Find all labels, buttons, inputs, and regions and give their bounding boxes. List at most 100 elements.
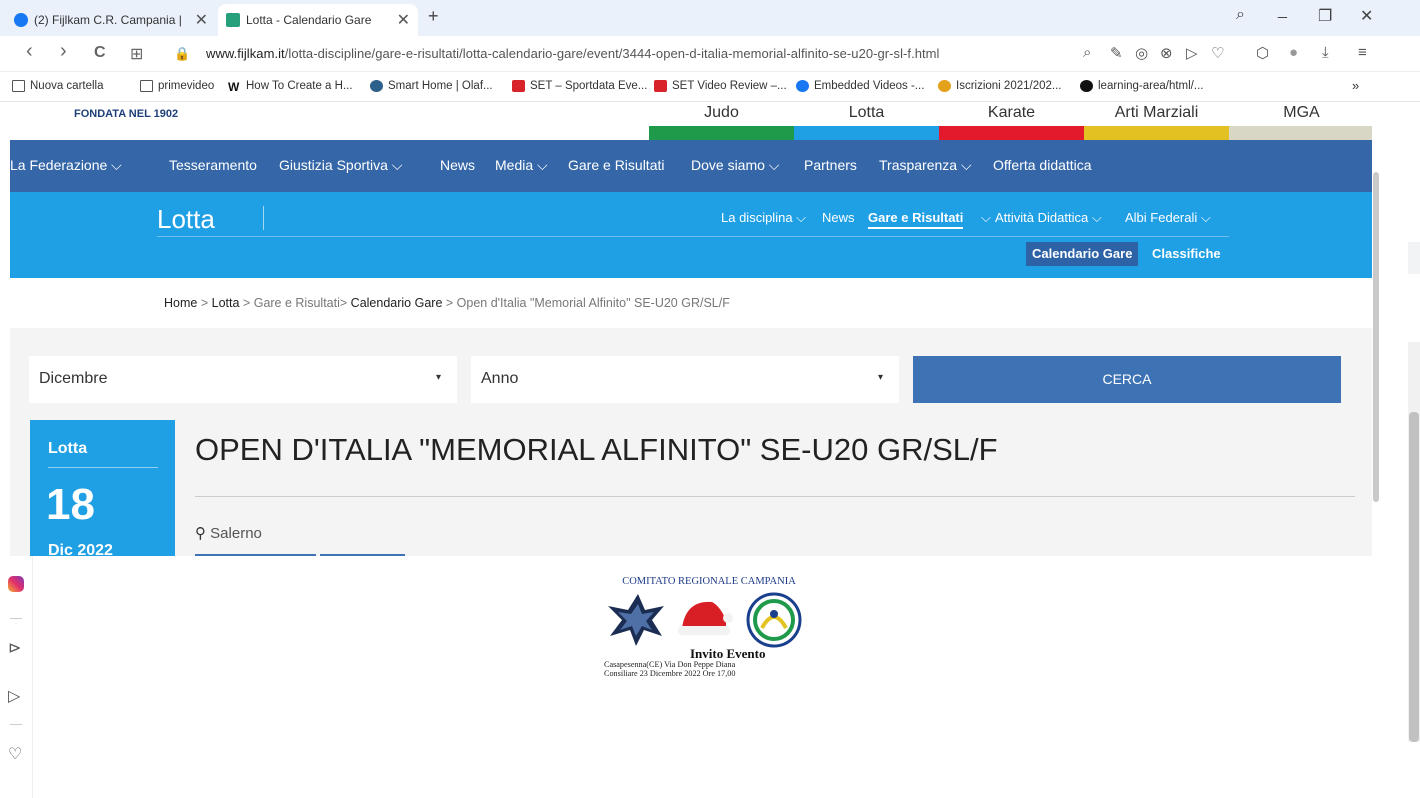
extensions-icon[interactable]: ⬡ bbox=[1256, 44, 1269, 62]
nav-media[interactable]: Media ⌵ bbox=[495, 157, 548, 174]
instagram-icon[interactable] bbox=[8, 576, 24, 592]
main-navigation: La Federazione ⌵ Tesseramento Giustizia … bbox=[10, 140, 1372, 192]
back-button[interactable]: ‹ bbox=[26, 40, 33, 63]
discipline-karate[interactable]: Karate bbox=[939, 102, 1084, 140]
edit-icon[interactable]: ✎ bbox=[1110, 44, 1123, 62]
founded-label: FONDATA NEL 1902 bbox=[74, 108, 179, 120]
chevron-down-icon: ▾ bbox=[877, 372, 883, 383]
lotta-color-bar bbox=[794, 126, 939, 140]
restore-button[interactable]: ❐ bbox=[1318, 6, 1332, 26]
pill-classifiche[interactable]: Classifiche bbox=[1146, 242, 1227, 266]
breadcrumb-gare[interactable]: Gare e Risultati bbox=[254, 296, 340, 310]
subnav-news[interactable]: News bbox=[822, 210, 855, 225]
karate-color-bar bbox=[939, 126, 1084, 140]
invite-logos bbox=[608, 592, 802, 648]
right-panel bbox=[1380, 102, 1420, 798]
search-button[interactable]: CERCA bbox=[913, 356, 1341, 403]
discipline-judo[interactable]: Judo bbox=[649, 102, 794, 140]
fijlkam-icon bbox=[226, 13, 240, 27]
wordpress-icon bbox=[370, 80, 383, 92]
subnav-gare-e-risultati[interactable]: Gare e Risultati bbox=[868, 210, 964, 229]
close-tab-icon[interactable]: ✕ bbox=[387, 10, 410, 30]
nav-partners[interactable]: Partners bbox=[804, 157, 857, 173]
folder-icon bbox=[12, 80, 25, 92]
speed-dial-icon[interactable]: ⊞ bbox=[130, 44, 143, 64]
breadcrumb: Home > Lotta > Gare e Risultati> Calenda… bbox=[10, 278, 1372, 328]
heart-icon[interactable]: ♡ bbox=[8, 744, 22, 764]
reload-button[interactable]: C bbox=[94, 44, 106, 62]
chevron-down-icon: ▾ bbox=[435, 372, 441, 383]
sidebar-divider bbox=[10, 618, 22, 619]
nav-gare-e-risultati[interactable]: Gare e Risultati bbox=[568, 157, 664, 173]
nav-offerta-didattica[interactable]: Offerta didattica bbox=[993, 157, 1092, 173]
event-tab-button[interactable] bbox=[195, 554, 316, 556]
breadcrumb-lotta[interactable]: Lotta bbox=[212, 296, 240, 310]
subnav-la-disciplina[interactable]: La disciplina ⌵ bbox=[721, 210, 806, 226]
bookmark-folder[interactable]: primevideo bbox=[140, 80, 214, 92]
event-category: Lotta bbox=[48, 440, 88, 457]
nav-giustizia-sportiva[interactable]: Giustizia Sportiva ⌵ bbox=[279, 157, 402, 174]
month-select[interactable]: Dicembre ▾ bbox=[29, 356, 457, 403]
download-icon[interactable]: ⤓ bbox=[1322, 44, 1329, 61]
adblock-icon[interactable]: ⊗ bbox=[1160, 44, 1173, 62]
sportdata-icon bbox=[654, 80, 667, 92]
forward-button[interactable]: › bbox=[60, 40, 67, 63]
close-window-button[interactable]: ✕ bbox=[1360, 6, 1373, 26]
section-title: Lotta bbox=[157, 204, 215, 234]
discipline-mga[interactable]: MGA bbox=[1229, 102, 1372, 140]
sidebar-divider bbox=[10, 724, 22, 725]
nav-news[interactable]: News bbox=[440, 157, 475, 173]
breadcrumb-home[interactable]: Home bbox=[164, 296, 197, 310]
tab-lotta-calendario[interactable]: Lotta - Calendario Gare ✕ bbox=[218, 4, 418, 36]
url-field[interactable]: www.fijlkam.it/lotta-discipline/gare-e-r… bbox=[206, 46, 940, 61]
discipline-arti-marziali[interactable]: Arti Marziali bbox=[1084, 102, 1229, 140]
send-icon[interactable]: ▷ bbox=[8, 686, 20, 706]
play-icon[interactable]: ▷ bbox=[1186, 44, 1198, 62]
year-select[interactable]: Anno ▾ bbox=[471, 356, 899, 403]
pill-calendario-gare[interactable]: Calendario Gare bbox=[1026, 242, 1139, 266]
heart-icon[interactable]: ♡ bbox=[1211, 44, 1224, 62]
bookmark-item[interactable]: Embedded Videos -... bbox=[796, 80, 924, 92]
discipline-lotta[interactable]: Lotta bbox=[794, 102, 939, 140]
subnav-albi-federali[interactable]: Albi Federali ⌵ bbox=[1125, 210, 1211, 226]
nav-la-federazione[interactable]: La Federazione ⌵ bbox=[10, 157, 122, 174]
lock-icon: 🔒 bbox=[174, 46, 191, 61]
arti-marziali-color-bar bbox=[1084, 126, 1229, 140]
w3-icon: W bbox=[228, 80, 240, 94]
breadcrumb-calendario[interactable]: Calendario Gare bbox=[351, 296, 443, 310]
profile-icon[interactable]: ● bbox=[1289, 44, 1298, 61]
outer-scrollbar-thumb[interactable] bbox=[1409, 412, 1419, 742]
snapshot-icon[interactable]: ◎ bbox=[1135, 44, 1148, 62]
new-tab-button[interactable]: + bbox=[428, 6, 439, 27]
subnav-attivita-didattica[interactable]: Attività Didattica ⌵ bbox=[995, 210, 1102, 226]
address-bar: ‹ › C ⊞ 🔒 www.fijlkam.it/lotta-disciplin… bbox=[0, 36, 1420, 72]
nav-tesseramento[interactable]: Tesseramento bbox=[169, 157, 257, 173]
close-tab-icon[interactable]: ✕ bbox=[185, 10, 208, 30]
scrollbar-thumb[interactable] bbox=[1373, 172, 1379, 502]
bookmark-folder[interactable]: Nuova cartella bbox=[12, 80, 104, 92]
nav-dove-siamo[interactable]: Dove siamo ⌵ bbox=[691, 157, 779, 174]
bookmark-item[interactable]: SET – Sportdata Eve... bbox=[512, 80, 647, 92]
bookmark-item[interactable]: W How To Create a H... bbox=[228, 80, 353, 94]
bookmark-item[interactable]: Iscrizioni 2021/202... bbox=[938, 80, 1061, 92]
panel-strip bbox=[1408, 242, 1420, 274]
tab-search-icon[interactable]: ⌕ bbox=[1236, 6, 1245, 24]
play-icon[interactable]: ⊳ bbox=[8, 638, 21, 658]
search-icon[interactable]: ⌕ bbox=[1083, 44, 1091, 61]
tab-fijlkam-campania[interactable]: (2) Fijlkam C.R. Campania | ✕ bbox=[6, 4, 216, 36]
bookmark-item[interactable]: SET Video Review –... bbox=[654, 80, 787, 92]
breadcrumb-current: Open d'Italia "Memorial Alfinito" SE-U20… bbox=[456, 296, 730, 310]
nav-trasparenza[interactable]: Trasparenza ⌵ bbox=[879, 157, 972, 174]
star-logo bbox=[608, 594, 664, 646]
minimize-button[interactable]: _ bbox=[1278, 2, 1287, 20]
bookmark-item[interactable]: learning-area/html/... bbox=[1080, 80, 1203, 92]
page-scrollbar[interactable] bbox=[1372, 102, 1380, 556]
event-tab-button[interactable] bbox=[320, 554, 405, 556]
bookmark-item[interactable]: Smart Home | Olaf... bbox=[370, 80, 493, 92]
facebook-icon bbox=[14, 13, 28, 27]
menu-icon[interactable]: ≡ bbox=[1358, 44, 1367, 61]
bookmarks-overflow-button[interactable]: » bbox=[1352, 78, 1359, 93]
invite-org: COMITATO REGIONALE CAMPANIA bbox=[622, 576, 796, 587]
bookmarks-bar: Nuova cartella primevideo W How To Create… bbox=[0, 72, 1420, 102]
subnav-divider bbox=[157, 236, 1229, 237]
